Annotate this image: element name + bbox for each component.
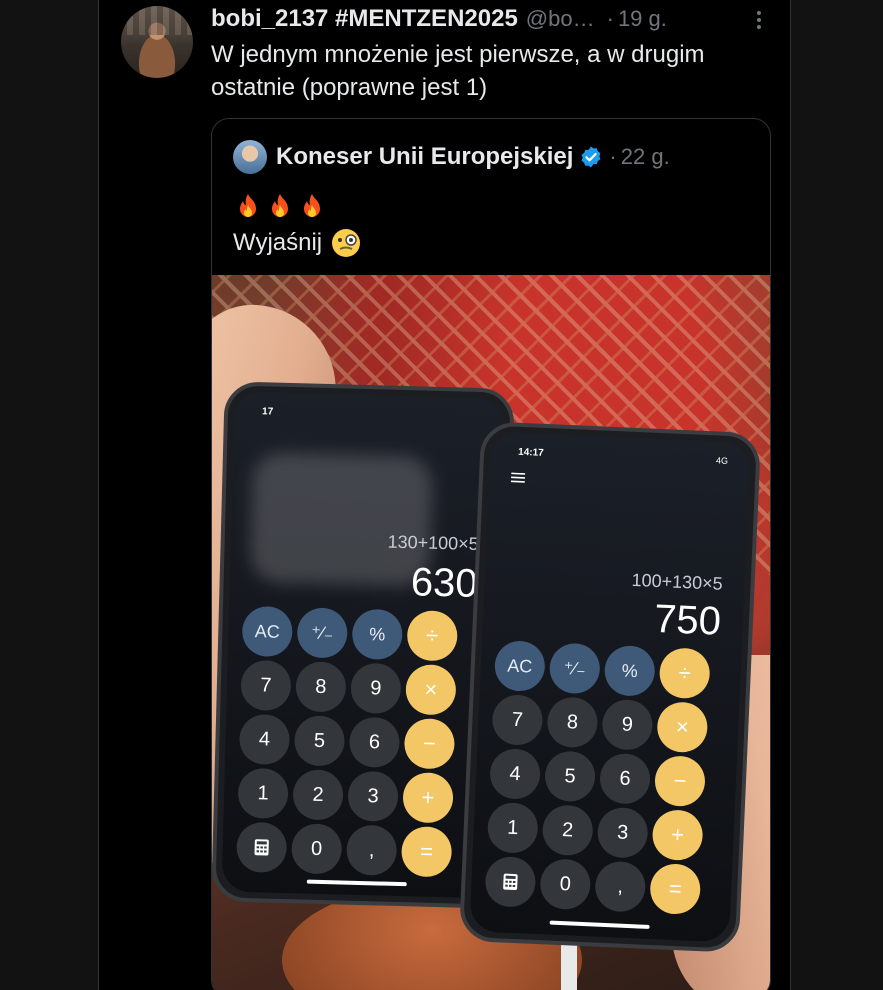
calculator-key: , xyxy=(345,824,398,876)
calculator-expression: 100+130×5 xyxy=(631,569,724,594)
home-indicator xyxy=(306,879,407,887)
calculator-key: ÷ xyxy=(658,647,711,700)
fire-emoji-icon xyxy=(272,194,288,217)
calculator-key: , xyxy=(594,860,647,913)
tweet-text: W jednym mnożenie jest pierwsze, a w dru… xyxy=(211,41,705,101)
calculator-result: 750 xyxy=(653,596,722,644)
phone-right-screen: 14:17 4G 100+130×5 750 AC ⁺∕₋% ÷ 7 8 9 × 4 5 6− 1 2… xyxy=(469,431,751,943)
calculator-key: 0 xyxy=(539,858,592,911)
calculator-key: 9 xyxy=(601,698,654,751)
right-frame xyxy=(791,0,883,990)
calculator-keypad: AC ⁺∕₋% ÷ 7 8 9 × 4 5 6− 1 2 3 +0, = xyxy=(236,605,458,878)
more-options-icon[interactable] xyxy=(747,8,771,32)
calculator-key: − xyxy=(403,718,456,770)
calculator-key: × xyxy=(656,701,709,754)
quoted-tweet[interactable]: Koneser Unii Europejskiej · 22 g. Wyjaśn… xyxy=(211,118,771,990)
calculator-keypad: AC ⁺∕₋% ÷ 7 8 9 × 4 5 6− 1 2 3 +0, = xyxy=(484,639,711,916)
calculator-key: 4 xyxy=(489,747,542,801)
calculator-key: = xyxy=(649,862,702,916)
calculator-key: % xyxy=(351,608,403,661)
header-separator: · xyxy=(606,6,614,31)
calculator-key: 9 xyxy=(350,662,402,714)
author-handle[interactable]: @bo… xyxy=(526,6,595,32)
fire-emoji-icon xyxy=(304,194,320,217)
calculator-key: AC xyxy=(241,605,293,658)
tweet-header: bobi_2137 #MENTZEN2025 @bo… · 19 g. xyxy=(211,4,667,34)
calculator-key: % xyxy=(603,644,656,697)
tweet-timestamp[interactable]: 19 g. xyxy=(618,6,667,32)
calculator-key: + xyxy=(651,809,704,862)
quoted-author-avatar[interactable] xyxy=(233,140,267,174)
quoted-author-display-name[interactable]: Koneser Unii Europejskiej xyxy=(276,143,573,171)
calculator-key: 2 xyxy=(292,769,344,821)
calculator-key: = xyxy=(400,826,453,878)
home-indicator xyxy=(549,920,650,929)
calculator-key: 2 xyxy=(541,804,594,857)
quoted-tweet-text: Wyjaśnij xyxy=(233,227,362,259)
avatar-background xyxy=(121,6,193,35)
calculator-icon xyxy=(254,839,269,856)
phone-right: 14:17 4G 100+130×5 750 AC ⁺∕₋% ÷ 7 8 9 × 4 5 6− 1 2… xyxy=(458,421,762,953)
calculator-key: 6 xyxy=(348,716,401,768)
calculator-key: 1 xyxy=(237,767,289,820)
quoted-tweet-timestamp[interactable]: 22 g. xyxy=(621,144,670,170)
calculator-key: × xyxy=(405,664,457,716)
calculator-key: 7 xyxy=(240,659,292,712)
status-time: 14:17 xyxy=(517,446,544,459)
tweet[interactable]: bobi_2137 #MENTZEN2025 @bo… · 19 g. W je… xyxy=(99,0,790,990)
calculator-key: AC xyxy=(493,639,546,693)
menu-icon xyxy=(510,472,526,483)
author-avatar[interactable] xyxy=(121,6,193,78)
status-time: 17 xyxy=(261,406,274,418)
calculator-key: 7 xyxy=(491,693,544,747)
calculator-expression: 130+100×5 xyxy=(387,531,479,554)
calculator-icon-key xyxy=(484,855,537,908)
left-frame xyxy=(0,0,98,990)
calculator-key: + xyxy=(402,772,454,824)
calculator-key: 5 xyxy=(543,750,597,803)
calculator-key: 6 xyxy=(598,752,652,805)
calculator-key: 8 xyxy=(295,661,347,713)
calculator-key: 0 xyxy=(291,823,343,875)
author-display-name[interactable]: bobi_2137 #MENTZEN2025 xyxy=(211,5,518,33)
calculator-key: 3 xyxy=(596,806,649,859)
quoted-tweet-text-content: Wyjaśnij xyxy=(233,229,323,256)
fire-emoji-line xyxy=(233,191,327,221)
quoted-tweet-header: Koneser Unii Europejskiej · 22 g. xyxy=(276,141,670,173)
calculator-key: 5 xyxy=(293,715,346,767)
calculator-key: ⁺∕₋ xyxy=(296,607,348,659)
calculator-key: 3 xyxy=(347,770,399,822)
calculator-key: 1 xyxy=(486,801,539,854)
quoted-header-separator: · xyxy=(609,144,617,169)
calculator-key: 8 xyxy=(546,696,599,749)
calculator-result: 630 xyxy=(410,560,479,606)
status-signal: 4G xyxy=(715,455,729,466)
calculator-icon-key xyxy=(236,821,288,874)
calculator-key: − xyxy=(653,755,707,808)
calculator-icon xyxy=(503,873,518,891)
calculator-key: ÷ xyxy=(406,610,458,662)
monocle-face-emoji-icon xyxy=(332,229,361,257)
phone-left-screen: 17 130+100×5 630 AC ⁺∕₋% ÷ 7 8 9 × 4 5 6− 1 2 3 +0, = xyxy=(221,391,505,899)
screen-reflection xyxy=(249,452,433,587)
quoted-media-photo[interactable]: 17 130+100×5 630 AC ⁺∕₋% ÷ 7 8 9 × 4 5 6−1 2 3 +0, = … xyxy=(212,275,770,990)
verified-badge-icon xyxy=(582,146,601,168)
calculator-key: ⁺∕₋ xyxy=(548,642,601,695)
calculator-key: 4 xyxy=(238,713,291,766)
fire-emoji-icon xyxy=(240,194,256,217)
